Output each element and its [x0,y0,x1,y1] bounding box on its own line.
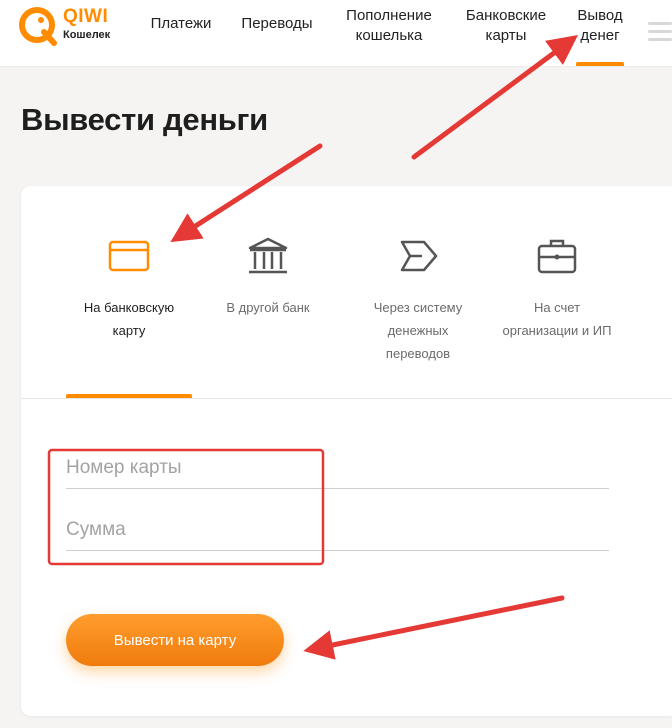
qiwi-logo[interactable]: QIWI Кошелек [18,6,118,48]
nav-wallet-topup[interactable]: Пополнение кошелька [338,6,440,72]
method-transfer-system-line1: Через систему [373,300,463,315]
amount-input[interactable] [66,510,609,551]
card-number-input[interactable] [66,448,609,489]
method-transfer-system-label: Через систему денежных переводов [343,296,493,365]
method-tab-organization[interactable]: На счет организации и ИП [477,186,637,396]
nav-transfers[interactable]: Переводы [236,14,318,80]
withdraw-card: На банковскую карту В другой банк Через … [21,186,672,716]
method-other-bank-line1: В другой банк [226,300,310,315]
method-bank-card-line1: На банковскую [83,300,175,315]
method-transfer-system-line3: переводов [385,346,451,361]
nav-wallet-topup-line1: Пополнение [346,7,432,24]
method-transfer-system-line2: денежных [387,323,449,338]
transfer-system-icon [400,240,438,272]
method-bank-card-label: На банковскую карту [55,296,203,342]
logo-brand-text: QIWI [63,6,109,27]
method-organization-label: На счет организации и ИП [477,296,637,342]
tabs-divider [21,398,672,399]
card-icon [108,240,150,272]
nav-bank-cards[interactable]: Банковские карты [458,6,554,72]
nav-withdraw-line2: денег [580,27,620,44]
withdraw-to-card-button[interactable]: Вывести на карту [66,614,284,666]
nav-payments[interactable]: Платежи [146,14,216,80]
nav-wallet-topup-line2: кошелька [355,27,423,44]
bank-icon [248,237,288,274]
briefcase-icon [537,239,577,274]
nav-withdraw-line1: Вывод [577,7,623,24]
nav-bank-cards-line2: карты [485,27,527,44]
nav-active-indicator [576,62,624,66]
method-tab-bank-card[interactable]: На банковскую карту [55,186,203,396]
page-title: Вывести деньги [21,102,268,137]
method-organization-line2: организации и ИП [502,323,612,338]
menu-icon[interactable] [648,22,672,44]
nav-payments-label: Платежи [150,15,212,32]
method-tab-transfer-system[interactable]: Через систему денежных переводов [343,186,493,396]
logo-subtitle: Кошелек [63,29,111,41]
nav-bank-cards-line1: Банковские [465,7,547,24]
top-navigation-bar: QIWI Кошелек Платежи Переводы Пополнение… [0,0,672,67]
qiwi-logo-icon [19,7,57,46]
nav-transfers-label: Переводы [241,15,313,32]
method-organization-line1: На счет [533,300,581,315]
method-bank-card-line2: карту [112,323,146,338]
method-tab-other-bank[interactable]: В другой банк [203,186,333,396]
method-other-bank-label: В другой банк [203,296,333,319]
